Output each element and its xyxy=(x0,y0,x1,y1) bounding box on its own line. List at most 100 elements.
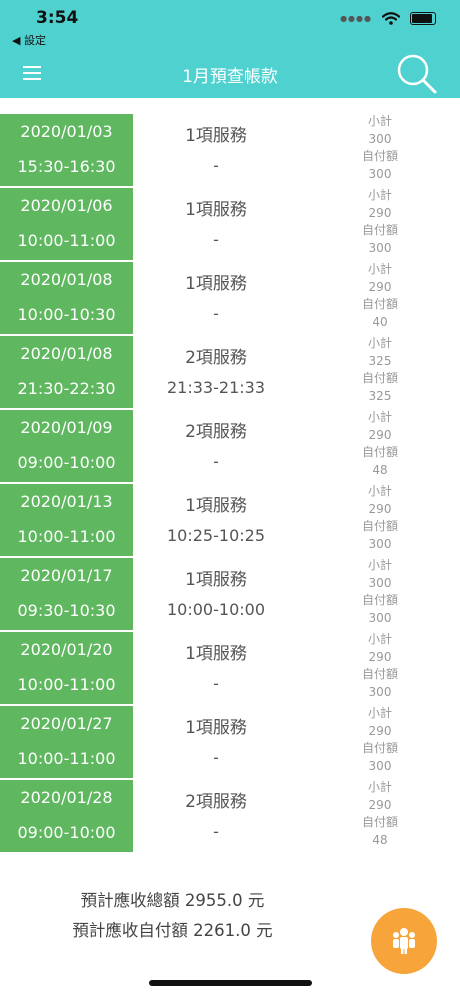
amounts: 小計 290 自付額 300 xyxy=(340,187,420,257)
wifi-icon xyxy=(382,12,400,25)
visit-date: 2020/01/20 xyxy=(20,640,113,659)
date-block: 2020/01/08 21:30-22:30 xyxy=(0,336,133,408)
list-item[interactable]: 2020/01/13 10:00-11:00 1項服務 10:25-10:25 … xyxy=(0,483,460,557)
amounts: 小計 290 自付額 300 xyxy=(340,631,420,701)
copay-value: 300 xyxy=(368,684,392,699)
subtotal-label: 小計 xyxy=(367,410,392,424)
list-item[interactable]: 2020/01/08 10:00-10:30 1項服務 - 小計 290 自付額… xyxy=(0,261,460,335)
list-item[interactable]: 2020/01/28 09:00-10:00 2項服務 - 小計 290 自付額… xyxy=(0,779,460,853)
actual-time: - xyxy=(213,748,219,767)
list-item[interactable]: 2020/01/20 10:00-11:00 1項服務 - 小計 290 自付額… xyxy=(0,631,460,705)
copay-label: 自付額 xyxy=(361,445,398,459)
signal-icon: ●●●● xyxy=(340,14,372,23)
visit-date: 2020/01/17 xyxy=(20,566,113,585)
service-count: 2項服務 xyxy=(185,348,247,368)
list-item[interactable]: 2020/01/09 09:00-10:00 2項服務 - 小計 290 自付額… xyxy=(0,409,460,483)
amounts: 小計 290 自付額 48 xyxy=(340,409,420,479)
copay-value: 325 xyxy=(368,388,392,403)
subtotal-value: 290 xyxy=(368,427,392,442)
totals-summary: 預計應收總額 2955.0 元 預計應收自付額 2261.0 元 xyxy=(0,886,345,946)
service-count: 1項服務 xyxy=(185,126,247,146)
service-count: 1項服務 xyxy=(185,644,247,664)
date-block: 2020/01/06 10:00-11:00 xyxy=(0,188,133,260)
service-info: 2項服務 21:33-21:33 xyxy=(133,335,299,409)
service-info: 2項服務 - xyxy=(133,409,299,483)
actual-time: - xyxy=(213,230,219,249)
date-block: 2020/01/27 10:00-11:00 xyxy=(0,706,133,778)
list-item[interactable]: 2020/01/06 10:00-11:00 1項服務 - 小計 290 自付額… xyxy=(0,187,460,261)
subtotal-label: 小計 xyxy=(367,484,392,498)
subtotal-value: 300 xyxy=(368,575,392,590)
service-info: 1項服務 10:00-10:00 xyxy=(133,557,299,631)
page-title: 1月預查帳款 xyxy=(182,67,278,87)
service-count: 1項服務 xyxy=(185,274,247,294)
copay-value: 48 xyxy=(372,832,388,847)
billing-list: 2020/01/03 15:30-16:30 1項服務 - 小計 300 自付額… xyxy=(0,113,460,853)
subtotal-label: 小計 xyxy=(367,558,392,572)
list-item[interactable]: 2020/01/03 15:30-16:30 1項服務 - 小計 300 自付額… xyxy=(0,113,460,187)
subtotal-value: 300 xyxy=(368,131,392,146)
subtotal-label: 小計 xyxy=(367,114,392,128)
amounts: 小計 300 自付額 300 xyxy=(340,557,420,627)
date-block: 2020/01/08 10:00-10:30 xyxy=(0,262,133,334)
scheduled-time: 21:30-22:30 xyxy=(17,379,116,398)
visit-date: 2020/01/09 xyxy=(20,418,113,437)
app-header: 3:54 ◀ 設定 ●●●● 1月預查帳款 xyxy=(0,0,460,98)
amounts: 小計 290 自付額 300 xyxy=(340,705,420,775)
service-info: 1項服務 10:25-10:25 xyxy=(133,483,299,557)
battery-icon xyxy=(410,12,436,25)
service-info: 2項服務 - xyxy=(133,779,299,853)
scheduled-time: 10:00-11:00 xyxy=(17,527,116,546)
list-item[interactable]: 2020/01/08 21:30-22:30 2項服務 21:33-21:33 … xyxy=(0,335,460,409)
copay-value: 300 xyxy=(368,166,392,181)
copay-value: 300 xyxy=(368,536,392,551)
list-item[interactable]: 2020/01/27 10:00-11:00 1項服務 - 小計 290 自付額… xyxy=(0,705,460,779)
actual-time: 21:33-21:33 xyxy=(167,378,265,397)
service-info: 1項服務 - xyxy=(133,187,299,261)
scheduled-time: 15:30-16:30 xyxy=(17,157,116,176)
copay-label: 自付額 xyxy=(361,371,398,385)
amounts: 小計 325 自付額 325 xyxy=(340,335,420,405)
total-copay: 預計應收自付額 2261.0 元 xyxy=(72,921,273,940)
scheduled-time: 09:30-10:30 xyxy=(17,601,116,620)
home-indicator xyxy=(149,980,312,986)
subtotal-value: 290 xyxy=(368,501,392,516)
copay-value: 300 xyxy=(368,758,392,773)
date-block: 2020/01/03 15:30-16:30 xyxy=(0,114,133,186)
actual-time: - xyxy=(213,822,219,841)
visit-date: 2020/01/13 xyxy=(20,492,113,511)
date-block: 2020/01/17 09:30-10:30 xyxy=(0,558,133,630)
service-info: 1項服務 - xyxy=(133,261,299,335)
copay-label: 自付額 xyxy=(361,223,398,237)
visit-date: 2020/01/06 xyxy=(20,196,113,215)
status-indicators: ●●●● xyxy=(340,12,436,25)
subtotal-value: 290 xyxy=(368,723,392,738)
scheduled-time: 09:00-10:00 xyxy=(17,823,116,842)
service-info: 1項服務 - xyxy=(133,631,299,705)
actual-time: 10:00-10:00 xyxy=(167,600,265,619)
copay-label: 自付額 xyxy=(361,667,398,681)
people-icon xyxy=(393,928,415,954)
search-icon[interactable] xyxy=(396,53,438,95)
subtotal-label: 小計 xyxy=(367,188,392,202)
copay-label: 自付額 xyxy=(361,815,398,829)
amounts: 小計 300 自付額 300 xyxy=(340,113,420,183)
date-block: 2020/01/09 09:00-10:00 xyxy=(0,410,133,482)
copay-label: 自付額 xyxy=(361,519,398,533)
list-item[interactable]: 2020/01/17 09:30-10:30 1項服務 10:00-10:00 … xyxy=(0,557,460,631)
service-count: 1項服務 xyxy=(185,200,247,220)
subtotal-value: 290 xyxy=(368,649,392,664)
scheduled-time: 10:00-10:30 xyxy=(17,305,116,324)
subtotal-label: 小計 xyxy=(367,632,392,646)
back-to-settings-link[interactable]: ◀ 設定 xyxy=(12,32,46,48)
actual-time: 10:25-10:25 xyxy=(167,526,265,545)
copay-label: 自付額 xyxy=(361,741,398,755)
visit-date: 2020/01/08 xyxy=(20,344,113,363)
actual-time: - xyxy=(213,156,219,175)
scheduled-time: 10:00-11:00 xyxy=(17,231,116,250)
service-info: 1項服務 - xyxy=(133,113,299,187)
scheduled-time: 10:00-11:00 xyxy=(17,675,116,694)
service-count: 2項服務 xyxy=(185,792,247,812)
people-action-button[interactable] xyxy=(371,908,437,974)
copay-label: 自付額 xyxy=(361,149,398,163)
